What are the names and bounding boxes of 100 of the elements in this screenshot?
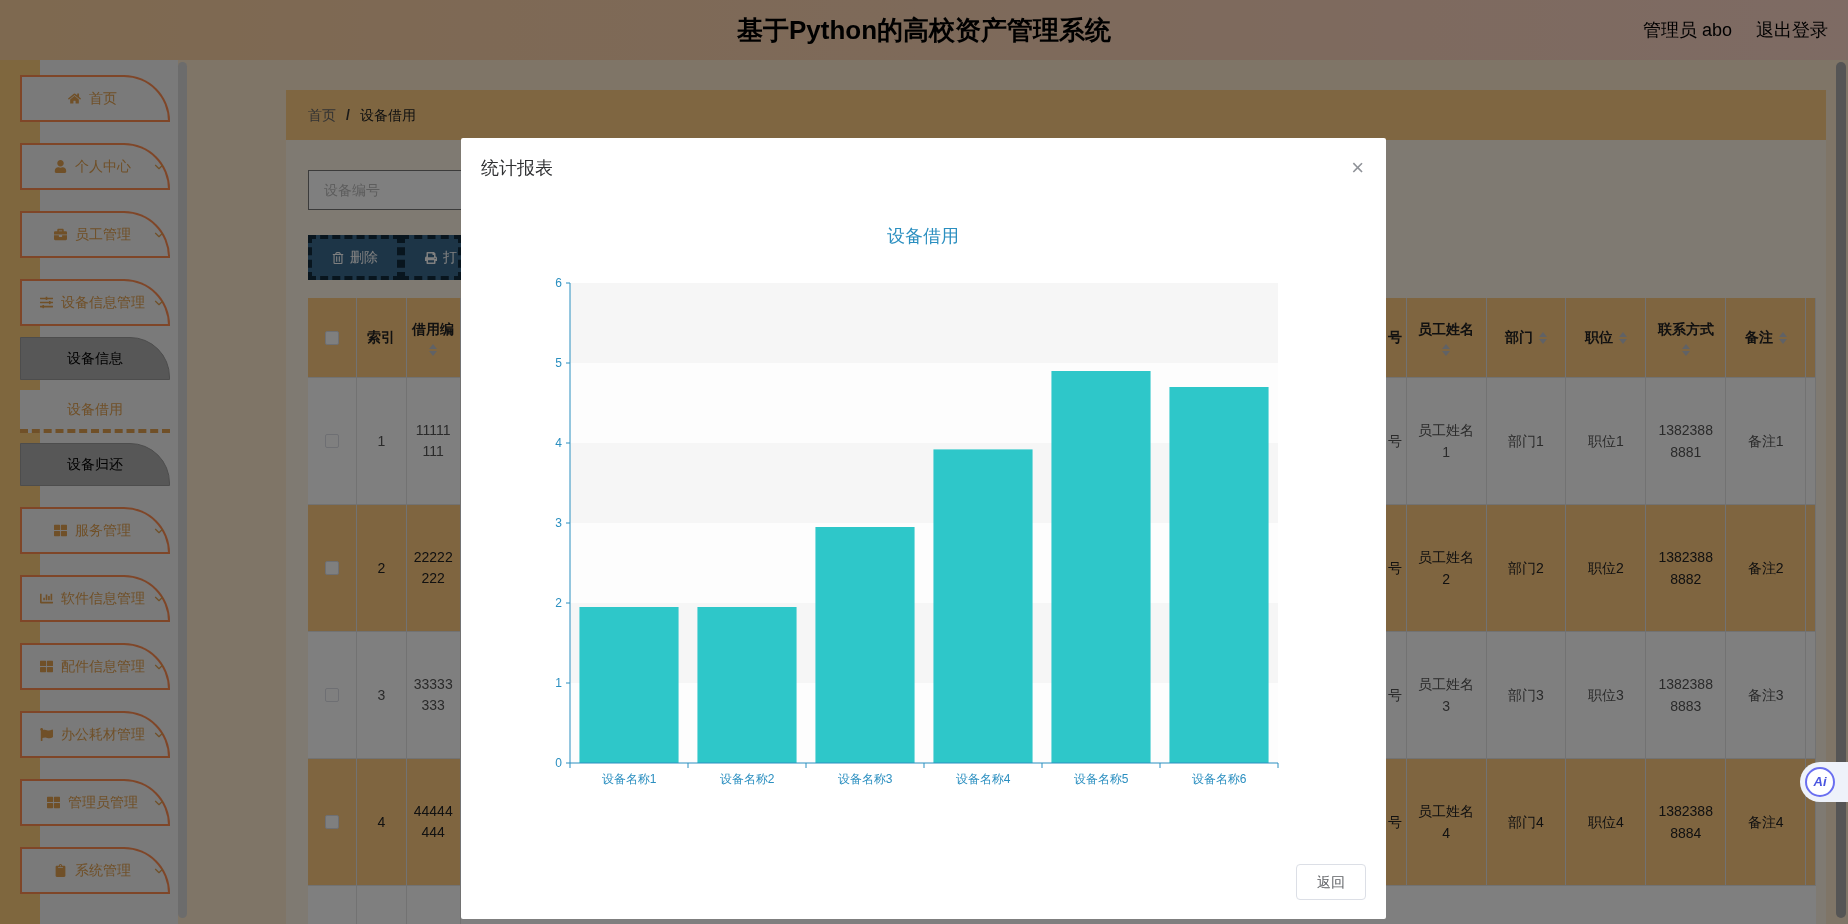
sort-icon[interactable] bbox=[1442, 344, 1451, 356]
modal-title: 统计报表 bbox=[481, 156, 553, 180]
table-cell-text: 备注3 bbox=[1747, 685, 1784, 705]
table-cell-text: 部门2 bbox=[1508, 558, 1544, 578]
bar-chart-icon bbox=[39, 592, 53, 605]
table-cell-text: 号 bbox=[1387, 685, 1402, 705]
ai-button[interactable]: Ai bbox=[1800, 762, 1848, 802]
table-cell: 1 bbox=[356, 378, 407, 504]
column-header[interactable]: 备注 bbox=[1726, 298, 1807, 377]
menu-label: 员工管理 bbox=[74, 225, 131, 244]
menu-item[interactable]: 软件信息管理 bbox=[20, 575, 170, 622]
menu-item[interactable]: 配件信息管理 bbox=[20, 643, 170, 690]
menu-label: 软件信息管理 bbox=[60, 589, 145, 608]
x-tick-label: 设备名称1 bbox=[601, 772, 657, 786]
menu-item[interactable]: 服务管理 bbox=[20, 507, 170, 554]
sort-icon[interactable] bbox=[1538, 331, 1547, 344]
table-cell-text: 职位4 bbox=[1587, 812, 1624, 832]
table-cell: 3 bbox=[356, 632, 407, 758]
grid-icon bbox=[53, 524, 67, 537]
table-cell-text: 111 bbox=[422, 442, 444, 461]
x-tick-label: 设备名称6 bbox=[1191, 772, 1247, 786]
close-button[interactable]: × bbox=[1351, 157, 1364, 179]
user-icon bbox=[53, 160, 67, 173]
flag-icon bbox=[39, 728, 53, 741]
table-cell-text: 号 bbox=[1387, 431, 1402, 451]
y-tick-label: 0 bbox=[555, 756, 562, 770]
menu-label: 管理员管理 bbox=[67, 793, 138, 812]
table-cell-text: 备注1 bbox=[1747, 431, 1784, 451]
sort-icon[interactable] bbox=[1778, 331, 1787, 344]
menu-item[interactable]: 办公耗材管理 bbox=[20, 711, 170, 758]
table-cell-text: 部门3 bbox=[1508, 685, 1544, 705]
menu-item[interactable]: 系统管理 bbox=[20, 847, 170, 894]
submenu-item[interactable]: 设备借用 bbox=[20, 390, 170, 433]
column-header[interactable]: 职位 bbox=[1566, 298, 1647, 377]
submenu-item[interactable]: 设备信息 bbox=[20, 337, 170, 380]
table-cell-text: 员工姓名2 bbox=[1417, 547, 1475, 589]
y-tick-label: 3 bbox=[555, 516, 562, 530]
menu-label: 系统管理 bbox=[74, 861, 131, 880]
table-cell-text: 444 bbox=[421, 823, 445, 842]
table-cell-text: 备注4 bbox=[1747, 812, 1784, 832]
table-cell-text: 职位2 bbox=[1587, 558, 1624, 578]
menu-item[interactable]: 个人中心 bbox=[20, 143, 170, 190]
clipboard-icon bbox=[53, 864, 67, 877]
sort-icon[interactable] bbox=[429, 344, 438, 356]
breadcrumb-link[interactable]: 首页 bbox=[308, 104, 336, 126]
y-tick-label: 5 bbox=[555, 356, 562, 370]
table-cell-text: 员工姓名4 bbox=[1417, 801, 1475, 843]
home-icon bbox=[67, 92, 81, 105]
menu-item[interactable]: 设备信息管理 bbox=[20, 279, 170, 326]
column-header[interactable]: 部门 bbox=[1486, 298, 1567, 377]
table-cell-text: 222 bbox=[421, 569, 445, 588]
table-cell-text: 员工姓名1 bbox=[1417, 420, 1475, 462]
column-header[interactable]: 索引 bbox=[356, 298, 407, 377]
printer-icon bbox=[425, 251, 437, 264]
table-cell-text: 44444 bbox=[413, 802, 453, 821]
table-cell-text: 员工姓名3 bbox=[1417, 674, 1475, 716]
table-cell-text: 号 bbox=[1387, 812, 1402, 832]
y-tick-label: 4 bbox=[555, 436, 562, 450]
menu-label: 办公耗材管理 bbox=[60, 725, 145, 744]
chart-title: 设备借用 bbox=[887, 226, 959, 246]
checkbox[interactable] bbox=[324, 561, 339, 575]
column-header[interactable]: 员工姓名 bbox=[1406, 298, 1487, 377]
submenu-item[interactable]: 设备归还 bbox=[20, 443, 170, 486]
table-cell-text: 部门4 bbox=[1508, 812, 1544, 832]
x-tick-label: 设备名称3 bbox=[837, 772, 893, 786]
x-tick-label: 设备名称5 bbox=[1073, 772, 1129, 786]
menu-label: 设备信息管理 bbox=[60, 293, 145, 312]
menu-label: 个人中心 bbox=[74, 157, 131, 176]
sliders-icon bbox=[39, 296, 53, 309]
y-tick-label: 1 bbox=[555, 676, 562, 690]
menu-label: 服务管理 bbox=[74, 521, 131, 540]
user-label: 管理员 abo bbox=[1642, 18, 1732, 42]
grid-icon bbox=[46, 796, 60, 809]
menu-item[interactable]: 员工管理 bbox=[20, 211, 170, 258]
page-scrollbar[interactable] bbox=[1836, 62, 1846, 918]
menu-item[interactable]: 首页 bbox=[20, 75, 170, 122]
back-button[interactable]: 返回 bbox=[1296, 864, 1366, 900]
breadcrumb-current: 设备借用 bbox=[359, 105, 416, 125]
table-cell-text: 13823888882 bbox=[1657, 547, 1714, 589]
sort-icon[interactable] bbox=[1681, 344, 1690, 356]
column-header[interactable]: 借用编 bbox=[406, 298, 461, 377]
briefcase-icon bbox=[53, 228, 67, 241]
checkbox[interactable] bbox=[324, 815, 339, 829]
sort-icon[interactable] bbox=[1618, 331, 1627, 344]
table-cell-text: 11111 bbox=[415, 421, 451, 440]
logout-link[interactable]: 退出登录 bbox=[1756, 16, 1828, 44]
menu-item[interactable]: 管理员管理 bbox=[20, 779, 170, 826]
checkbox[interactable] bbox=[324, 330, 339, 345]
table-cell: 4 bbox=[356, 759, 407, 885]
trash-icon bbox=[332, 251, 344, 264]
table-cell: 2 bbox=[356, 505, 407, 631]
delete-button[interactable]: 删除 bbox=[308, 235, 401, 280]
table-cell-text: 13823888884 bbox=[1657, 801, 1714, 843]
table-cell-text: 职位3 bbox=[1587, 685, 1624, 705]
y-tick-label: 6 bbox=[555, 276, 562, 290]
menu-label: 配件信息管理 bbox=[60, 657, 145, 676]
print-button[interactable]: 打 bbox=[401, 235, 462, 280]
app-title: 基于Python的高校资产管理系统 bbox=[736, 13, 1112, 47]
column-header[interactable]: 联系方式 bbox=[1646, 298, 1727, 377]
table-cell-text: 13823888881 bbox=[1657, 420, 1714, 462]
